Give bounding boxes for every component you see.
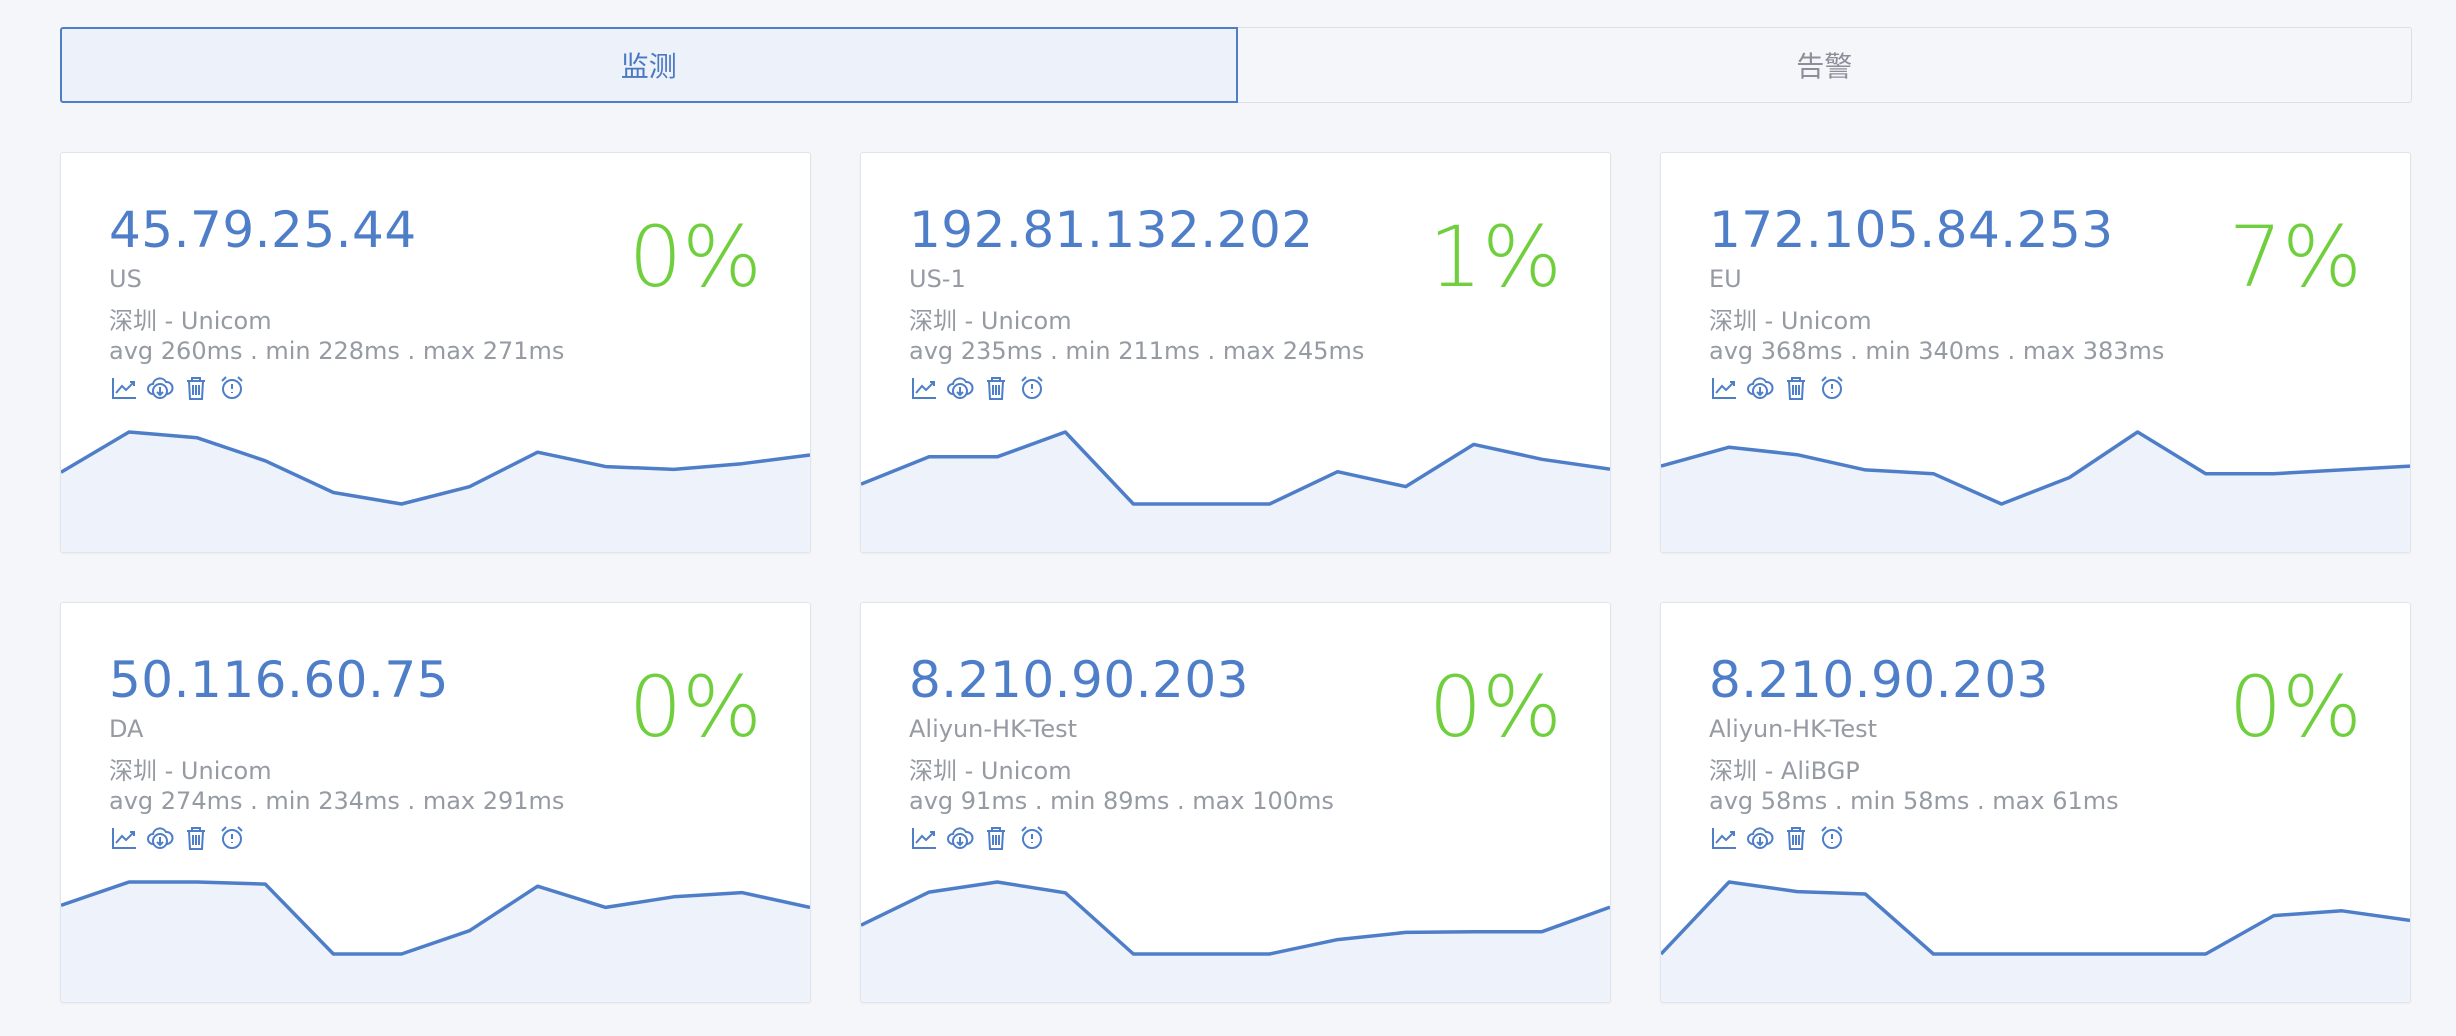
download-icon[interactable] <box>145 823 175 853</box>
download-icon[interactable] <box>945 373 975 403</box>
chart-icon[interactable] <box>909 373 939 403</box>
alarm-icon[interactable] <box>217 373 247 403</box>
card-actions <box>909 823 1047 853</box>
packet-loss-percent: 0% <box>628 658 762 756</box>
card-location: 深圳 - AliBGP <box>1709 757 1860 785</box>
download-icon[interactable] <box>145 373 175 403</box>
download-icon[interactable] <box>1745 373 1775 403</box>
monitor-card: 192.81.132.202 1% US-1 深圳 - Unicom avg 2… <box>860 152 1611 553</box>
alarm-icon[interactable] <box>1817 823 1847 853</box>
card-ip: 172.105.84.253 <box>1709 201 2114 259</box>
latency-sparkline <box>1661 430 2410 552</box>
card-ip: 50.116.60.75 <box>109 651 449 709</box>
sparkline-area <box>61 432 810 552</box>
card-node-name: EU <box>1709 265 1742 293</box>
chart-icon[interactable] <box>109 823 139 853</box>
monitor-card: 8.210.90.203 0% Aliyun-HK-Test 深圳 - Unic… <box>860 602 1611 1003</box>
card-ip: 8.210.90.203 <box>909 651 1249 709</box>
chart-icon[interactable] <box>1709 373 1739 403</box>
delete-icon[interactable] <box>981 823 1011 853</box>
delete-icon[interactable] <box>181 823 211 853</box>
card-latency-stats: avg 274ms . min 234ms . max 291ms <box>109 787 565 815</box>
chart-icon[interactable] <box>109 373 139 403</box>
card-actions <box>909 373 1047 403</box>
latency-sparkline <box>61 880 810 1002</box>
card-latency-stats: avg 260ms . min 228ms . max 271ms <box>109 337 565 365</box>
card-actions <box>109 373 247 403</box>
sparkline-area <box>1661 882 2410 1002</box>
alarm-icon[interactable] <box>1017 823 1047 853</box>
alarm-icon[interactable] <box>1017 373 1047 403</box>
card-location: 深圳 - Unicom <box>109 757 272 785</box>
card-latency-stats: avg 91ms . min 89ms . max 100ms <box>909 787 1334 815</box>
monitor-card: 50.116.60.75 0% DA 深圳 - Unicom avg 274ms… <box>60 602 811 1003</box>
card-actions <box>1709 373 1847 403</box>
download-icon[interactable] <box>1745 823 1775 853</box>
sparkline-area <box>861 882 1610 1002</box>
card-location: 深圳 - Unicom <box>909 307 1072 335</box>
tab-alerts[interactable]: 告警 <box>1237 27 2412 103</box>
alarm-icon[interactable] <box>217 823 247 853</box>
card-latency-stats: avg 58ms . min 58ms . max 61ms <box>1709 787 2119 815</box>
latency-sparkline <box>61 430 810 552</box>
card-actions <box>1709 823 1847 853</box>
monitor-card: 8.210.90.203 0% Aliyun-HK-Test 深圳 - AliB… <box>1660 602 2411 1003</box>
card-node-name: Aliyun-HK-Test <box>909 715 1078 743</box>
card-latency-stats: avg 235ms . min 211ms . max 245ms <box>909 337 1365 365</box>
packet-loss-percent: 0% <box>1428 658 1562 756</box>
card-actions <box>109 823 247 853</box>
card-ip: 45.79.25.44 <box>109 201 417 259</box>
tab-bar: 监测 告警 <box>60 27 2412 103</box>
card-latency-stats: avg 368ms . min 340ms . max 383ms <box>1709 337 2165 365</box>
card-location: 深圳 - Unicom <box>909 757 1072 785</box>
card-ip: 8.210.90.203 <box>1709 651 2049 709</box>
delete-icon[interactable] <box>1781 823 1811 853</box>
card-ip: 192.81.132.202 <box>909 201 1314 259</box>
chart-icon[interactable] <box>1709 823 1739 853</box>
latency-sparkline <box>861 880 1610 1002</box>
packet-loss-percent: 7% <box>2228 208 2362 306</box>
monitor-card: 45.79.25.44 0% US 深圳 - Unicom avg 260ms … <box>60 152 811 553</box>
card-node-name: DA <box>109 715 144 743</box>
latency-sparkline <box>1661 880 2410 1002</box>
card-node-name: US-1 <box>909 265 966 293</box>
delete-icon[interactable] <box>981 373 1011 403</box>
card-node-name: Aliyun-HK-Test <box>1709 715 1878 743</box>
packet-loss-percent: 0% <box>2228 658 2362 756</box>
alarm-icon[interactable] <box>1817 373 1847 403</box>
packet-loss-percent: 0% <box>628 208 762 306</box>
monitor-card: 172.105.84.253 7% EU 深圳 - Unicom avg 368… <box>1660 152 2411 553</box>
delete-icon[interactable] <box>181 373 211 403</box>
latency-sparkline <box>861 430 1610 552</box>
download-icon[interactable] <box>945 823 975 853</box>
card-location: 深圳 - Unicom <box>109 307 272 335</box>
tab-monitor[interactable]: 监测 <box>60 27 1238 103</box>
card-location: 深圳 - Unicom <box>1709 307 1872 335</box>
chart-icon[interactable] <box>909 823 939 853</box>
delete-icon[interactable] <box>1781 373 1811 403</box>
card-node-name: US <box>109 265 142 293</box>
packet-loss-percent: 1% <box>1428 208 1562 306</box>
